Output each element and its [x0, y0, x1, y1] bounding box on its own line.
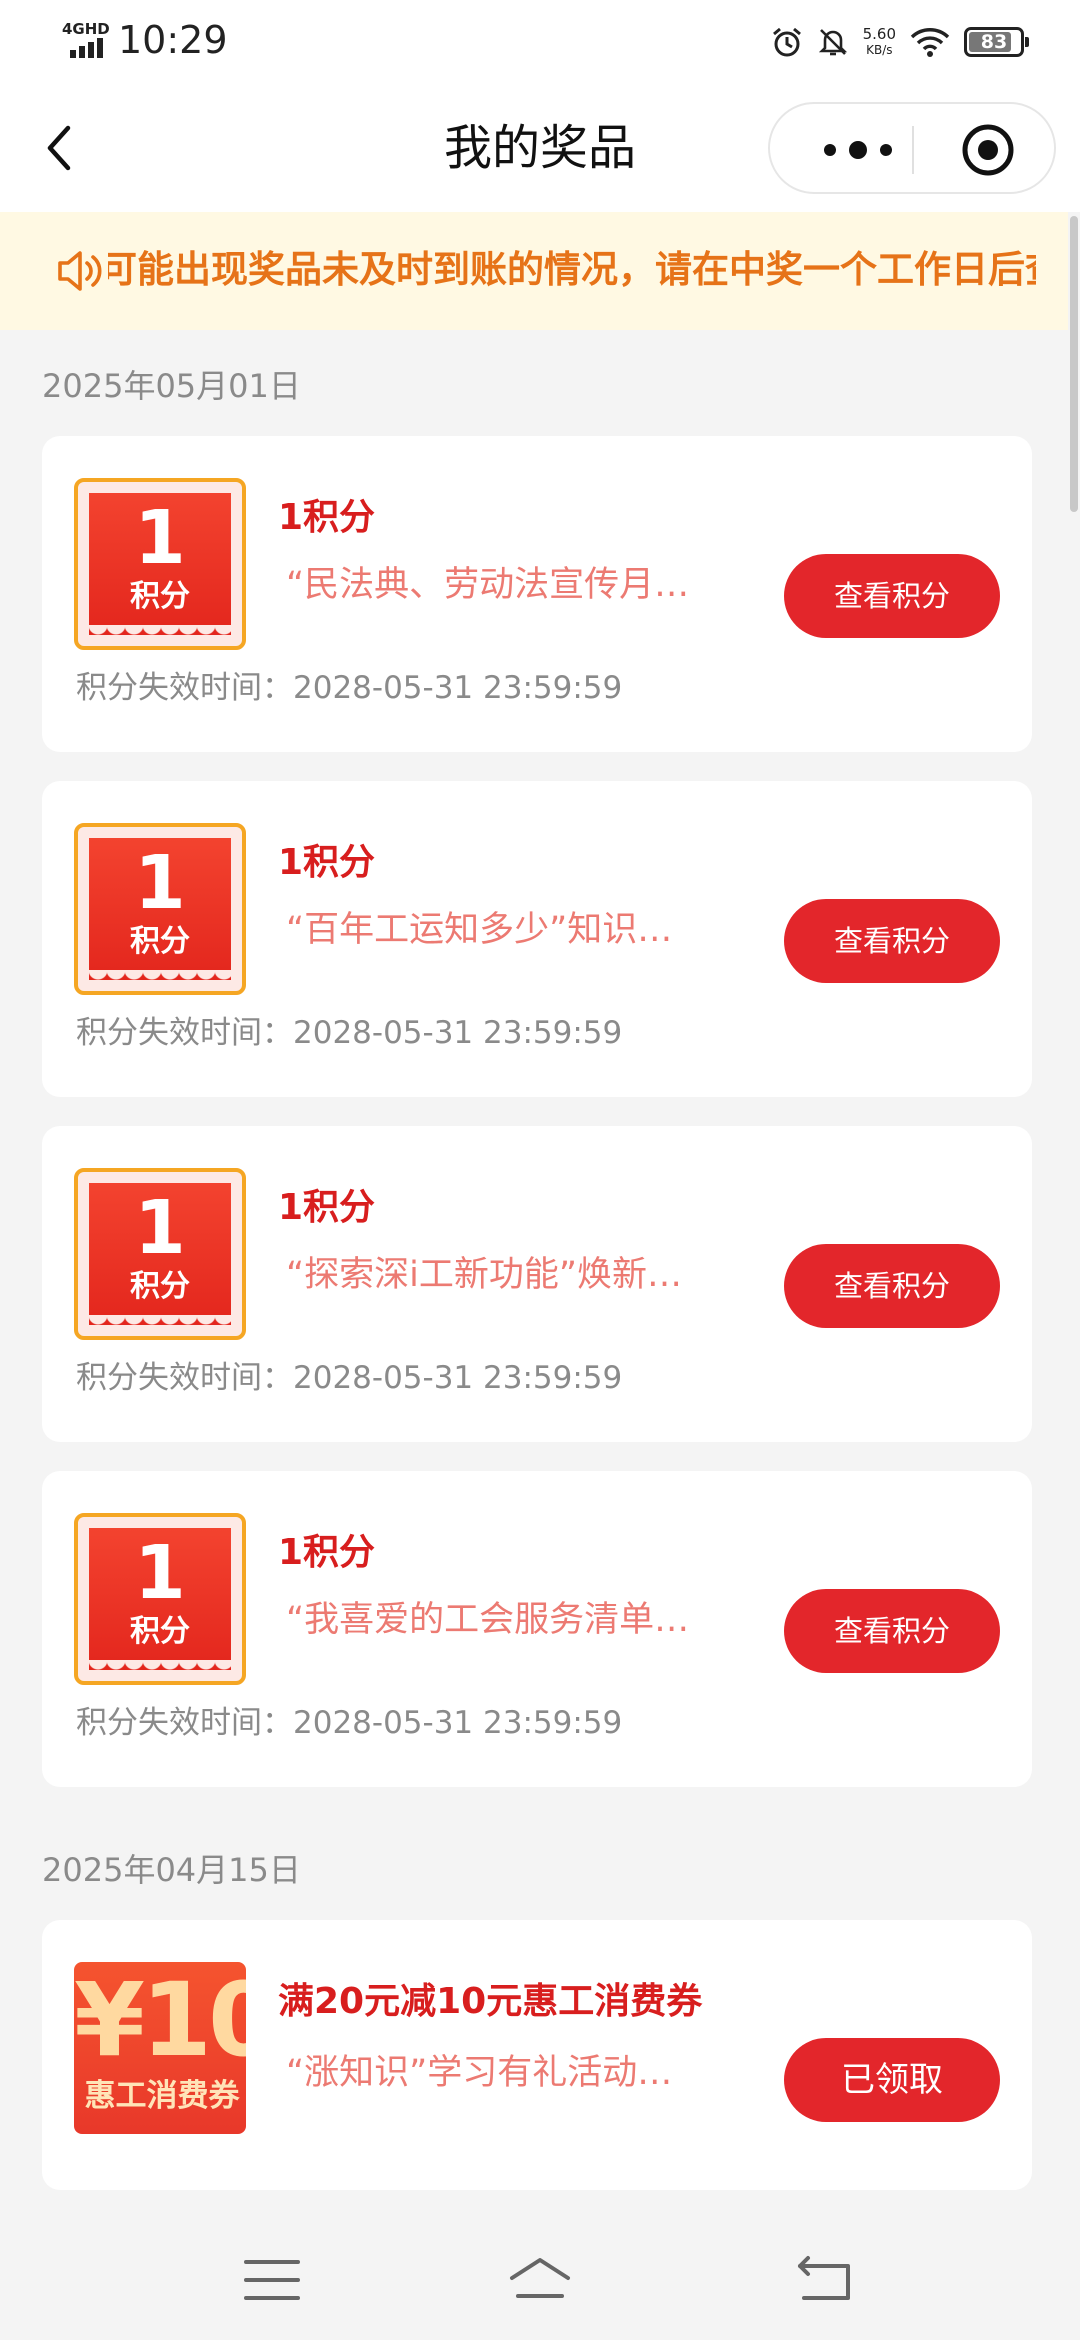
system-nav-bar	[0, 2220, 1080, 2340]
prize-title: 1积分	[278, 842, 376, 883]
expire-time: 积分失效时间：2028-05-31 23:59:59	[76, 1360, 623, 1396]
speaker-icon	[58, 251, 102, 291]
prize-description: “百年工运知多少”知识…	[286, 910, 673, 950]
badge-unit: 积分	[130, 1614, 190, 1649]
home-icon[interactable]	[508, 2252, 572, 2308]
date-label: 2025年05月01日	[42, 367, 301, 405]
voucher-badge: ¥10 惠工消费券	[74, 1962, 246, 2134]
prize-title: 1积分	[278, 1532, 376, 1573]
speed-unit: KB/s	[866, 43, 893, 57]
prize-title: 1积分	[278, 1187, 376, 1228]
target-circle-icon[interactable]	[960, 122, 1016, 178]
mute-bell-icon	[818, 29, 847, 56]
badge-number: 1	[134, 1185, 186, 1271]
status-bar: 4GHD 10:29 5.60 KB/s 83	[0, 0, 1080, 84]
more-dots-icon[interactable]	[808, 130, 908, 170]
network-type: 4GHD	[62, 20, 110, 38]
return-icon[interactable]	[792, 2252, 856, 2308]
view-points-button[interactable]: 查看积分	[784, 1589, 1000, 1673]
voucher-label: 惠工消费券	[84, 2078, 240, 2114]
prize-description: “涨知识”学习有礼活动…	[286, 2053, 673, 2093]
expire-time: 积分失效时间：2028-05-31 23:59:59	[76, 1705, 623, 1741]
notice-text: 可能出现奖品未及时到账的情况，请在中奖一个工作日后查看	[108, 248, 1036, 291]
battery-level: 83	[980, 31, 1008, 53]
notice-marquee: 可能出现奖品未及时到账的情况，请在中奖一个工作日后查看	[108, 212, 1036, 330]
points-badge: 1 积分	[74, 823, 246, 995]
scrollbar[interactable]	[1068, 212, 1080, 2192]
signal-icon	[70, 38, 103, 58]
prize-title: 1积分	[278, 497, 376, 538]
battery-icon: 83	[964, 27, 1029, 57]
network-speed: 5.60 KB/s	[863, 26, 896, 58]
prize-card[interactable]: 1 积分 1积分 “百年工运知多少”知识… 积分失效时间：2028-05-31 …	[42, 781, 1032, 1097]
claimed-button[interactable]: 已领取	[784, 2038, 1000, 2122]
expire-time: 积分失效时间：2028-05-31 23:59:59	[76, 1015, 623, 1051]
mini-program-capsule	[768, 102, 1056, 194]
clock-time: 10:29	[118, 18, 228, 62]
notice-bar: 可能出现奖品未及时到账的情况，请在中奖一个工作日后查看	[0, 212, 1068, 330]
expire-time: 积分失效时间：2028-05-31 23:59:59	[76, 670, 623, 706]
status-icons: 5.60 KB/s 83	[771, 22, 1029, 62]
points-badge: 1 积分	[74, 478, 246, 650]
view-points-button[interactable]: 查看积分	[784, 1244, 1000, 1328]
view-points-button[interactable]: 查看积分	[784, 899, 1000, 983]
prize-card[interactable]: 1 积分 1积分 “我喜爱的工会服务清单… 积分失效时间：2028-05-31 …	[42, 1471, 1032, 1787]
capsule-divider	[912, 126, 914, 174]
voucher-amount: ¥10	[74, 1962, 246, 2080]
badge-unit: 积分	[130, 1269, 190, 1304]
prize-description: “探索深i工新功能”焕新…	[286, 1255, 682, 1295]
menu-lines-icon[interactable]	[240, 2252, 304, 2308]
wifi-icon	[910, 28, 950, 57]
prize-description: “我喜爱的工会服务清单…	[286, 1600, 690, 1640]
prize-title: 满20元减10元惠工消费券	[278, 1981, 703, 2022]
voucher-card[interactable]: ¥10 惠工消费券 满20元减10元惠工消费券 “涨知识”学习有礼活动… 已领取	[42, 1920, 1032, 2190]
badge-unit: 积分	[130, 579, 190, 614]
prize-card[interactable]: 1 积分 1积分 “探索深i工新功能”焕新… 积分失效时间：2028-05-31…	[42, 1126, 1032, 1442]
speed-value: 5.60	[862, 25, 896, 43]
view-points-button[interactable]: 查看积分	[784, 554, 1000, 638]
points-badge: 1 积分	[74, 1168, 246, 1340]
badge-number: 1	[134, 840, 186, 926]
nav-bar: 我的奖品	[0, 84, 1080, 212]
scrollbar-thumb[interactable]	[1070, 216, 1078, 512]
points-badge: 1 积分	[74, 1513, 246, 1685]
alarm-icon	[772, 27, 801, 57]
prize-description: “民法典、劳动法宣传月…	[286, 565, 690, 605]
badge-number: 1	[134, 495, 186, 581]
badge-number: 1	[134, 1530, 186, 1616]
date-label: 2025年04月15日	[42, 1851, 301, 1889]
prize-card[interactable]: 1 积分 1积分 “民法典、劳动法宣传月… 积分失效时间：2028-05-31 …	[42, 436, 1032, 752]
badge-unit: 积分	[130, 924, 190, 959]
